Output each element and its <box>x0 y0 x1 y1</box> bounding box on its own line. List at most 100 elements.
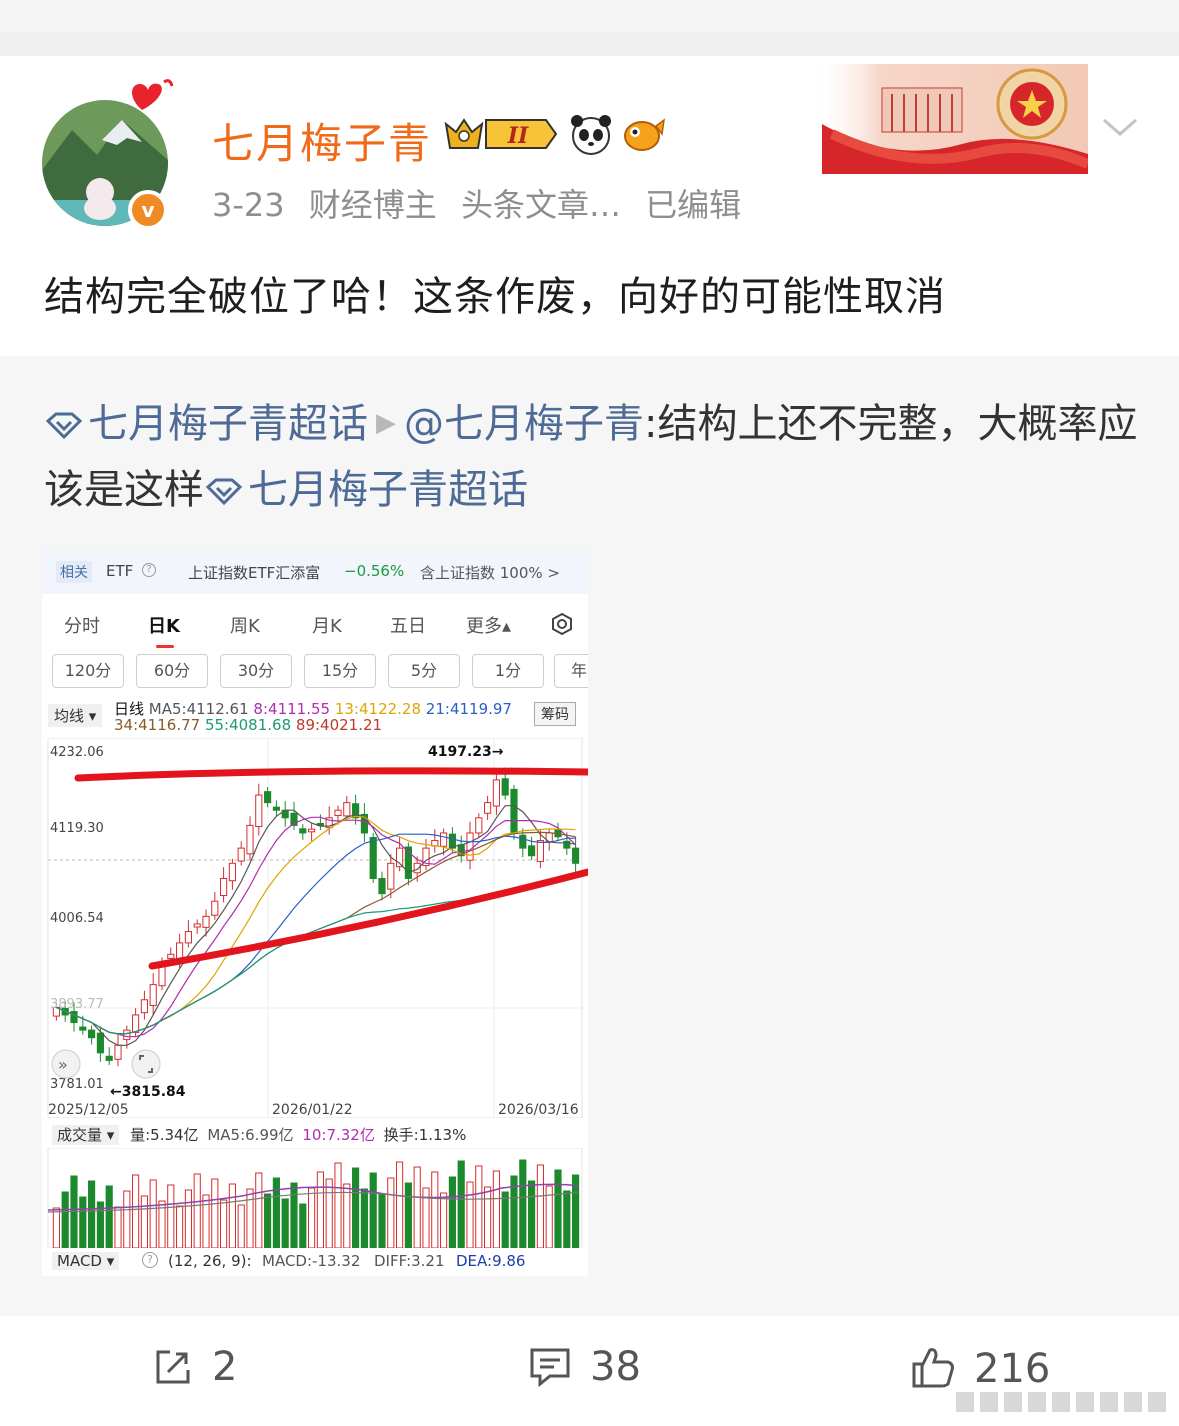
volume-bar <box>352 1167 360 1248</box>
super-topic-link[interactable]: 七月梅子青超话 <box>88 401 368 447</box>
chevron-down-icon[interactable] <box>1100 112 1140 142</box>
candle <box>176 942 184 960</box>
volume-bar <box>299 1203 307 1248</box>
volume-bar <box>132 1174 140 1248</box>
fullscreen-icon <box>131 1049 161 1079</box>
volume-bar <box>281 1198 289 1248</box>
etf-name: 上证指数ETF汇添富 <box>188 564 321 582</box>
volume-bar <box>228 1183 236 1248</box>
volume-bar <box>369 1172 377 1248</box>
ma89-value: 89:4021.21 <box>295 716 383 734</box>
volume-bar <box>211 1178 219 1248</box>
ma-selector: 均线 ▾ <box>48 704 103 727</box>
etf-change: −0.56% <box>344 562 405 580</box>
top-spacer <box>0 0 1179 32</box>
heart-decoration-icon <box>132 79 174 110</box>
candle <box>299 828 307 834</box>
volume-bar <box>316 1171 324 1248</box>
like-button[interactable]: 216 <box>910 1344 1050 1392</box>
volume-bar <box>343 1183 351 1248</box>
volume-bar <box>114 1206 122 1248</box>
volume-bar <box>501 1191 509 1248</box>
edited-label[interactable]: 已编辑 <box>645 186 741 224</box>
level-text: II <box>507 123 529 149</box>
price-top-label: 4232.06 <box>50 745 104 760</box>
arrow-icon: ▶ <box>376 408 396 438</box>
reposted-content[interactable]: 七月梅子青超话 ▶ @七月梅子青:结构上还不完整，大概率应该是这样 七月梅子青超话 相… <box>0 356 1179 1316</box>
candle <box>528 845 536 857</box>
candle <box>272 806 280 811</box>
post-source[interactable]: 头条文章… <box>461 186 621 224</box>
volume-legend: 成交量 ▾ 量:5.34亿 MA5:6.99亿 10:7.32亿 换手:1.13… <box>52 1124 466 1145</box>
volume-bar <box>184 1189 192 1248</box>
candle <box>536 840 544 862</box>
volume-bar <box>272 1177 280 1248</box>
candle <box>475 817 483 834</box>
volume-ma10: 10:7.32亿 <box>302 1126 375 1144</box>
candle <box>132 1014 140 1033</box>
volume-bar <box>123 1190 131 1248</box>
volume-bar <box>193 1173 201 1248</box>
volume-selector: 成交量 ▾ <box>52 1125 120 1145</box>
volume-bar <box>440 1192 448 1248</box>
volume-panel: 成交量 ▾ 量:5.34亿 MA5:6.99亿 10:7.32亿 换手:1.13… <box>42 1118 588 1248</box>
price-mid-label: 4119.30 <box>50 821 104 836</box>
attached-chart-image[interactable]: 相关 ETF ? 上证指数ETF汇添富 −0.56% 含上证指数 100% > … <box>42 550 588 1276</box>
tab-five-day: 五日 <box>390 616 426 637</box>
volume-bar <box>334 1162 342 1248</box>
candle <box>264 791 272 804</box>
repost-text: 七月梅子青超话 ▶ @七月梅子青:结构上还不完整，大概率应该是这样 七月梅子青超话 <box>44 390 1144 523</box>
comment-button[interactable]: 38 <box>528 1344 641 1390</box>
candle <box>96 1032 104 1054</box>
volume-bar <box>475 1165 483 1248</box>
candle <box>149 984 157 1006</box>
volume-ma5: MA5:6.99亿 <box>207 1126 294 1144</box>
candle <box>501 778 509 796</box>
volume-bar <box>79 1196 87 1248</box>
vip-level-badge-icon: II <box>444 118 558 149</box>
macd-help-icon: ? <box>142 1252 158 1268</box>
diff-value: DIFF:3.21 <box>374 1252 445 1270</box>
volume-bar <box>457 1160 465 1248</box>
volume-bar <box>325 1178 333 1248</box>
min-btn-5: 5分 <box>388 654 460 688</box>
username[interactable]: 七月梅子青 <box>212 110 432 171</box>
repost-button[interactable]: 2 <box>152 1344 237 1390</box>
turnover-rate: 换手:1.13% <box>383 1126 467 1144</box>
macd-selector: MACD ▾ <box>52 1252 120 1270</box>
watermark-image <box>946 1386 1172 1418</box>
volume-bar <box>88 1180 96 1248</box>
volume-bar <box>167 1184 175 1248</box>
minute-buttons: 120分 60分 30分 15分 5分 1分 年 <box>52 654 588 688</box>
related-tag: 相关 <box>56 561 92 583</box>
volume-bar <box>52 1207 60 1248</box>
volume-bar <box>308 1187 316 1248</box>
post-body-text: 结构完全破位了哈！这条作废，向好的可能性取消 <box>44 274 946 320</box>
candle <box>237 847 245 862</box>
volume-bar <box>378 1193 386 1248</box>
min-btn-year: 年 <box>554 654 588 688</box>
candle <box>220 877 228 897</box>
date-label-end: 2026/03/16 <box>498 1102 579 1118</box>
super-topic-link[interactable]: 七月梅子青超话 <box>248 467 528 513</box>
etf-holds: 含上证指数 100% > <box>420 564 560 582</box>
mention-link[interactable]: @七月梅子青 <box>404 401 644 447</box>
period-tabs: 分时 日K 周K 月K 五日 更多▴ <box>42 608 588 648</box>
candle <box>167 953 175 959</box>
candle <box>334 809 342 817</box>
candle <box>492 779 500 807</box>
candle <box>246 824 254 855</box>
volume-bar <box>413 1166 421 1248</box>
volume-bar <box>202 1194 210 1248</box>
volume-bar <box>290 1182 298 1248</box>
date-label-start: 2025/12/05 <box>48 1102 129 1118</box>
candle <box>105 1055 113 1061</box>
tab-fenshi: 分时 <box>64 616 100 637</box>
min-btn-15: 15分 <box>304 654 376 688</box>
volume-bar <box>563 1190 571 1248</box>
post-meta: 3-23 财经博主 头条文章… 已编辑 <box>212 180 755 226</box>
candle <box>466 832 474 861</box>
ma55-value: 55:4081.68 <box>204 716 292 734</box>
repost-count: 2 <box>212 1344 238 1390</box>
volume-bar <box>61 1191 69 1248</box>
